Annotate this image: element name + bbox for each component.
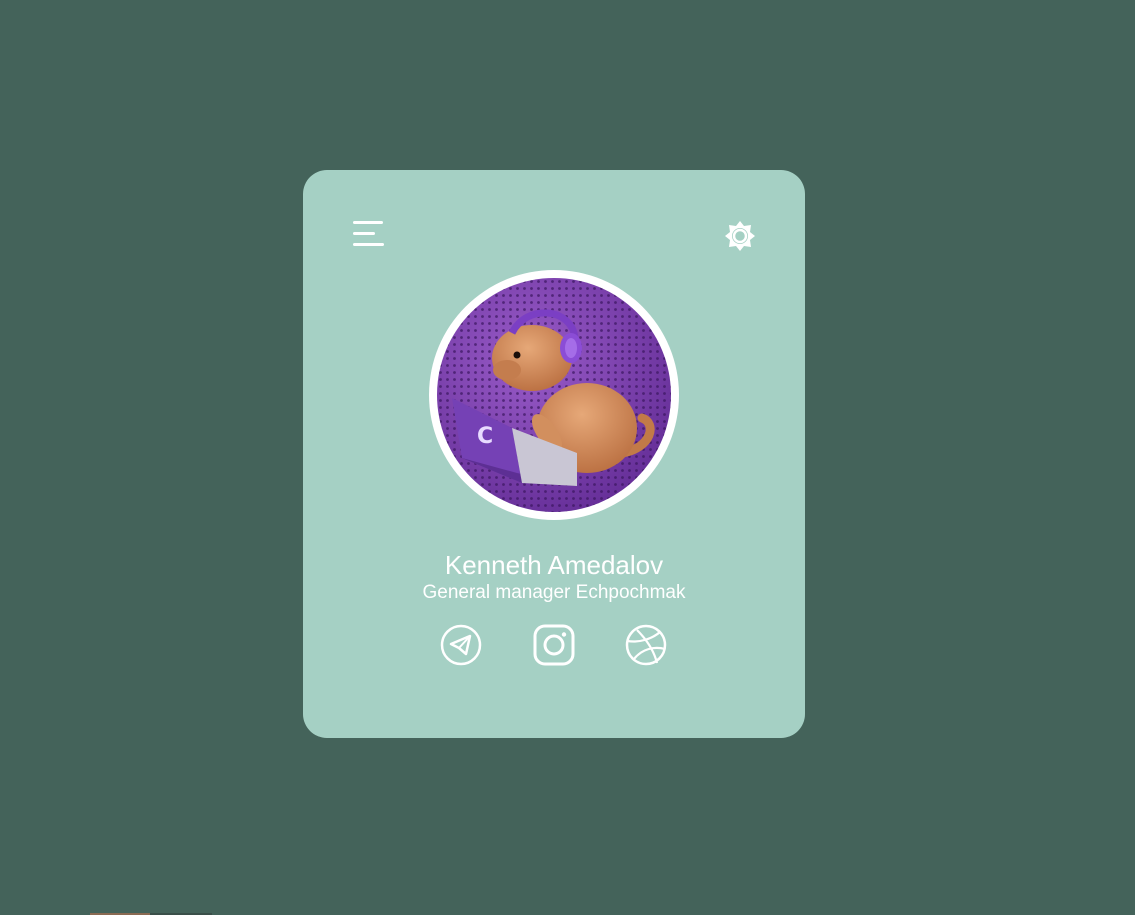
brightness-icon — [725, 221, 755, 251]
avatar-ring: C — [429, 270, 679, 520]
profile-card: C Kenneth Amedalov General manager Echpo… — [303, 170, 805, 738]
dribbble-link[interactable] — [624, 623, 668, 667]
instagram-link[interactable] — [532, 623, 576, 667]
hamburger-line — [353, 232, 375, 235]
instagram-icon — [533, 624, 575, 666]
avatar-image: C — [437, 278, 671, 512]
telegram-link[interactable] — [439, 623, 483, 667]
profile-role: General manager Echpochmak — [422, 582, 686, 603]
hamburger-menu-icon — [353, 221, 383, 224]
profile-name: Kenneth Amedalov — [444, 550, 664, 580]
theme-toggle-button[interactable] — [722, 218, 758, 254]
social-links — [303, 623, 805, 667]
menu-button[interactable] — [353, 218, 385, 250]
avatar: C — [437, 278, 671, 512]
hamburger-line — [353, 243, 384, 246]
dribbble-icon — [625, 624, 667, 666]
telegram-icon — [440, 624, 482, 666]
laptop-logo: C — [477, 424, 493, 449]
